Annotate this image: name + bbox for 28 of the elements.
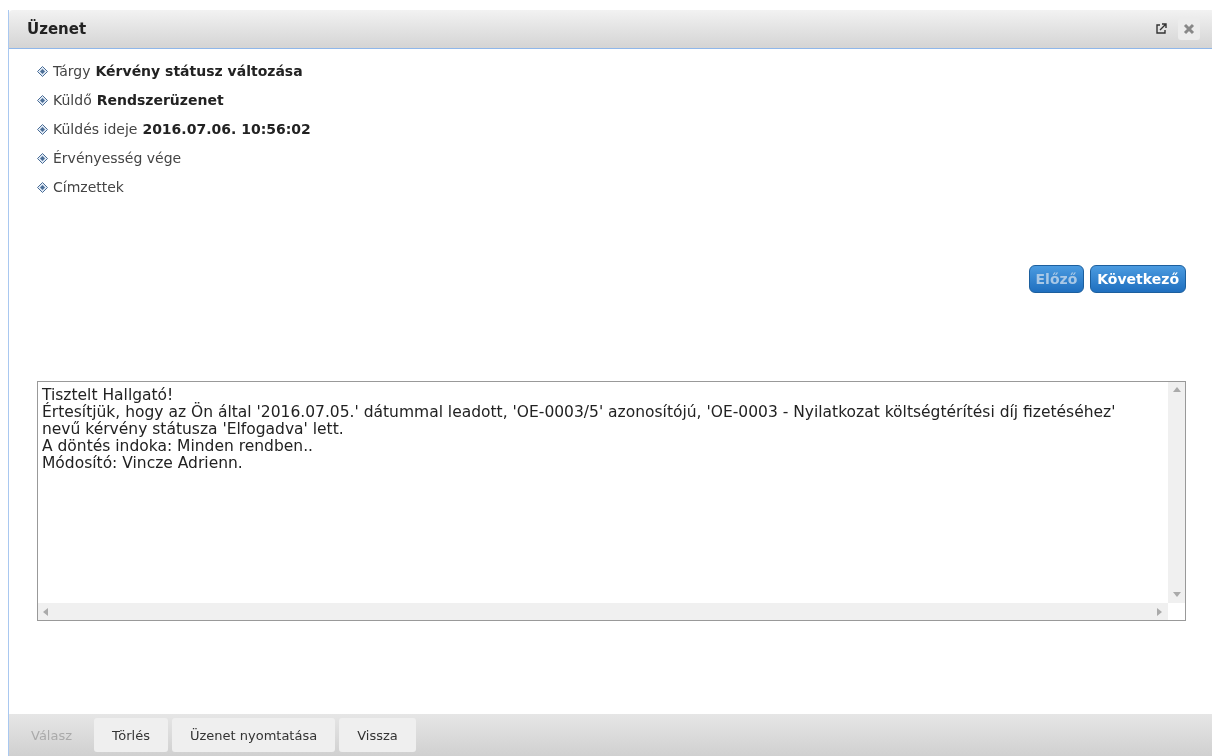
field-value: Kérvény státusz változása [95,63,303,79]
bullet-icon [37,65,48,77]
horizontal-scrollbar[interactable] [38,603,1168,620]
footer-button[interactable]: Üzenet nyomtatása [171,718,336,752]
field-label: Küldő [53,92,92,108]
bullet-icon [37,181,48,193]
scroll-up-icon[interactable] [1172,386,1181,394]
field-label: Címzettek [53,179,124,195]
message-line: A döntés indoka: Minden rendben.. [42,438,314,455]
footer-button[interactable]: Törlés [94,718,168,752]
field-label: Küldés ideje [53,121,138,137]
scroll-down-icon[interactable] [1172,591,1181,599]
field-value: Rendszerüzenet [96,92,224,108]
field-value: 2016.07.06. 10:56:02 [142,121,311,137]
field-label: Érvényesség vége [53,150,182,166]
bullet-icon [37,94,48,106]
bullet-icon [37,152,48,164]
footer-button[interactable]: Vissza [339,718,416,752]
bullet-icon [37,123,48,135]
vertical-scrollbar[interactable] [1168,382,1185,603]
message-line: Módosító: Vincze Adrienn. [42,455,244,472]
message-box[interactable] [37,381,1186,621]
scroll-left-icon[interactable] [42,607,50,616]
window-title: Üzenet [27,20,88,38]
message-line: Értesítjük, hogy az Ön által '2016.07.05.' dátummal leadott, 'OE-0003/5' azonosítójú, 'OE-0003 - Nyilatkozat költségtérítési díj fizetéséhez' nevű kérvény státusza 'Elfogadva' lett. [42,404,1117,438]
scroll-right-icon[interactable] [1156,607,1164,616]
next-button[interactable]: Következő [1090,265,1186,293]
field-label: Tárgy [53,63,91,79]
